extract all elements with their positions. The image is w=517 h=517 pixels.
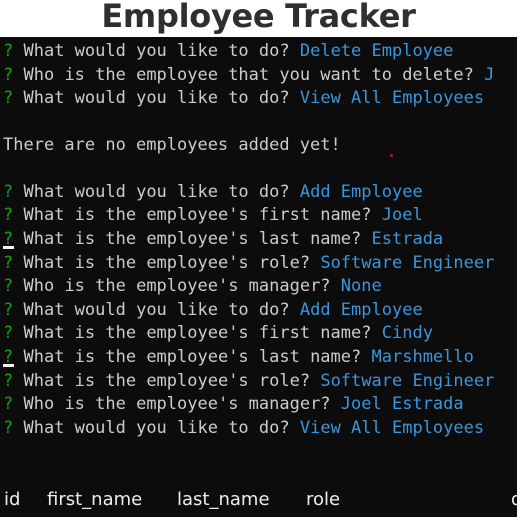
prompt-mark: ?: [3, 65, 14, 85]
prompt-question: What would you like to do?: [23, 41, 290, 61]
terminal-line: ? What would you like to do? View All Em…: [3, 417, 484, 440]
prompt-mark: ?: [3, 253, 14, 273]
prompt-question: Who is the employee that you want to del…: [23, 65, 474, 85]
terminal-line: ? What is the employee's last name? Mars…: [3, 346, 474, 369]
prompt-mark: ?: [3, 394, 14, 414]
terminal-line: ? What would you like to do? View All Em…: [3, 87, 484, 110]
terminal-line: ? What is the employee's first name? Joe…: [3, 204, 423, 227]
screenshot-page: Employee Tracker ? What would you like t…: [0, 0, 517, 517]
column-header-department: d: [511, 489, 517, 510]
prompt-mark: ?: [3, 276, 14, 296]
page-title: Employee Tracker: [101, 0, 416, 35]
prompt-answer: Joel Estrada: [340, 394, 464, 414]
terminal-line: ? What would you like to do? Add Employe…: [3, 181, 423, 204]
stray-red-dot: [390, 154, 393, 157]
prompt-mark: ?: [3, 41, 14, 61]
terminal-window[interactable]: ? What would you like to do? Delete Empl…: [0, 37, 517, 517]
prompt-answer: Estrada: [371, 229, 444, 249]
column-header-first-name: first_name: [47, 489, 143, 510]
prompt-question: What would you like to do?: [23, 88, 290, 108]
prompt-mark: ?: [3, 205, 14, 225]
prompt-answer: Cindy: [381, 323, 433, 343]
terminal-line: ? What is the employee's role? Software …: [3, 370, 494, 393]
prompt-mark: ?: [3, 88, 14, 108]
prompt-question: What would you like to do?: [23, 182, 290, 202]
terminal-line: ? What would you like to do? Add Employe…: [3, 299, 423, 322]
terminal-line: ? What would you like to do? Delete Empl…: [3, 40, 453, 63]
prompt-question: What is the employee's last name?: [23, 229, 362, 249]
prompt-question: What is the employee's last name?: [23, 347, 362, 367]
prompt-answer: None: [340, 276, 382, 296]
prompt-question: What is the employee's first name?: [23, 323, 372, 343]
prompt-answer: Marshmello: [371, 347, 474, 367]
prompt-question: What is the employee's role?: [23, 371, 311, 391]
title-bar: Employee Tracker: [0, 0, 517, 37]
prompt-answer: View All Employees: [299, 418, 485, 438]
prompt-answer: Add Employee: [299, 182, 423, 202]
prompt-mark: ?: [3, 371, 14, 391]
terminal-line: ? Who is the employee that you want to d…: [3, 64, 494, 87]
prompt-mark: ?: [3, 323, 14, 343]
column-header-id: id: [4, 489, 21, 510]
prompt-answer: Software Engineer: [320, 253, 495, 273]
text-cursor: [3, 246, 14, 249]
prompt-mark: ?: [3, 418, 14, 438]
prompt-mark: ?: [3, 300, 14, 320]
text-cursor: [3, 364, 14, 367]
column-header-last-name: last_name: [177, 489, 270, 510]
terminal-line: ? Who is the employee's manager? None: [3, 275, 382, 298]
prompt-mark: ?: [3, 182, 14, 202]
prompt-question: What would you like to do?: [23, 418, 290, 438]
prompt-question: What is the employee's first name?: [23, 205, 372, 225]
terminal-message: There are no employees added yet!: [3, 135, 341, 155]
prompt-answer: Software Engineer: [320, 371, 495, 391]
prompt-answer: J: [484, 65, 495, 85]
prompt-question: Who is the employee's manager?: [23, 394, 331, 414]
terminal-line: ? What is the employee's role? Software …: [3, 252, 494, 275]
prompt-answer: Add Employee: [299, 300, 423, 320]
prompt-question: What is the employee's role?: [23, 253, 311, 273]
employee-table-header: id first_name last_name role d: [0, 487, 517, 513]
prompt-question: What would you like to do?: [23, 300, 290, 320]
terminal-line: ? What is the employee's first name? Cin…: [3, 322, 433, 345]
terminal-line: ? What is the employee's last name? Estr…: [3, 228, 443, 251]
terminal-line: ? Who is the employee's manager? Joel Es…: [3, 393, 464, 416]
prompt-answer: View All Employees: [299, 88, 485, 108]
prompt-question: Who is the employee's manager?: [23, 276, 331, 296]
prompt-answer: Joel: [381, 205, 423, 225]
column-header-role: role: [306, 489, 341, 510]
prompt-answer: Delete Employee: [299, 41, 454, 61]
